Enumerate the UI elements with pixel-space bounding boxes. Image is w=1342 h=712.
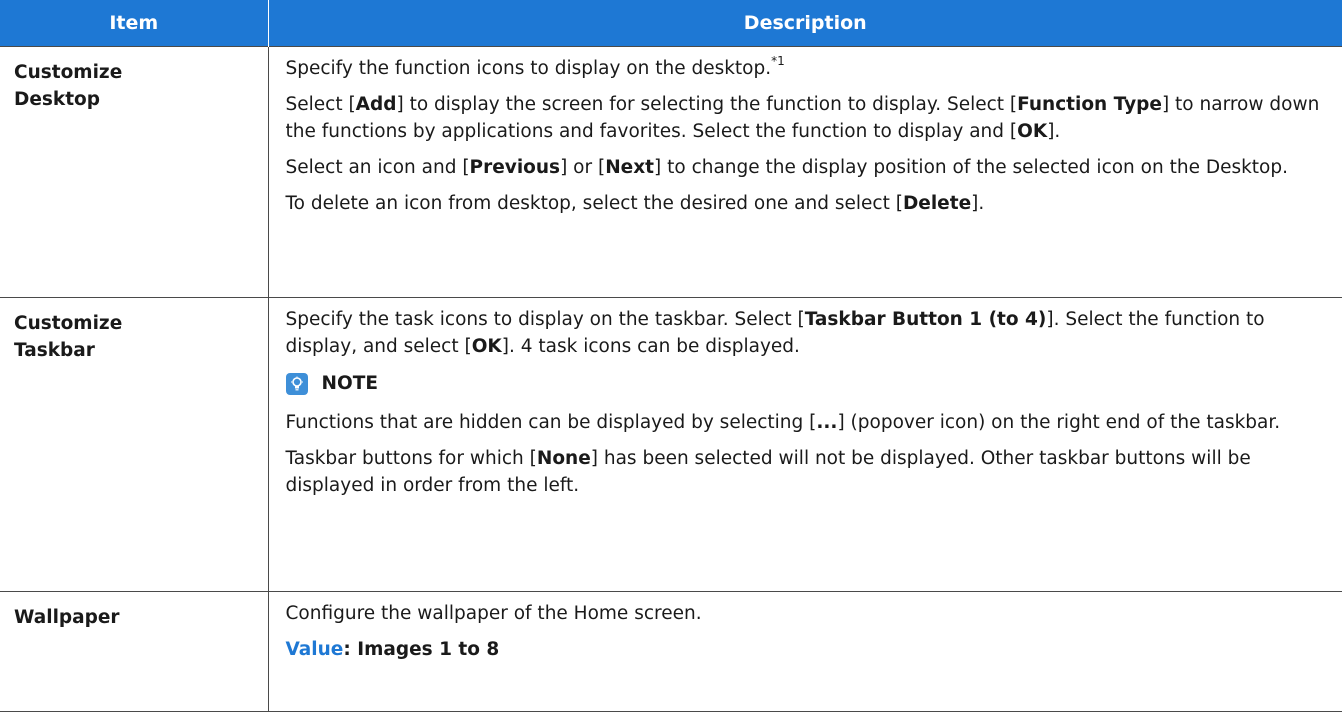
table-row: Wallpaper Configure the wallpaper of the… [0,591,1342,712]
description-paragraph: Specify the function icons to display on… [285,53,785,79]
note-label: NOTE [321,373,378,394]
table-row: Customize Desktop Specify the function ic… [0,46,1342,298]
note-paragraph: Taskbar buttons for which [None] has bee… [285,448,1251,496]
description-paragraph: To delete an icon from desktop, select t… [285,193,985,214]
table-header-row: Item Description [0,0,1342,47]
column-header-item: Item [0,0,269,47]
lightbulb-note-icon [285,372,308,395]
value-line: Value: Images 1 to 8 [286,636,1323,663]
footnote-marker: *1 [771,53,785,68]
item-customize-taskbar: Customize Taskbar [0,297,269,592]
value-label: Value [285,639,344,660]
column-header-description: Description [268,0,1342,47]
description-customize-taskbar: Specify the task icons to display on the… [267,297,1342,592]
description-paragraph: Select [Add] to display the screen for s… [285,94,1320,142]
description-customize-desktop: Specify the function icons to display on… [267,46,1342,298]
description-wallpaper: Configure the wallpaper of the Home scre… [267,591,1342,712]
settings-table: Item Description Customize Desktop Specif… [0,0,1342,712]
description-paragraph: Specify the task icons to display on the… [285,309,1265,357]
value-text: : Images 1 to 8 [343,639,500,660]
item-wallpaper: Wallpaper [0,591,269,712]
table-row: Customize Taskbar Specify the task icons … [0,297,1342,592]
item-customize-desktop: Customize Desktop [0,46,269,298]
note-paragraph: Functions that are hidden can be display… [285,412,1281,433]
description-paragraph: Configure the wallpaper of the Home scre… [285,603,702,624]
description-paragraph: Select an icon and [Previous] or [Next] … [285,157,1289,178]
note-heading: NOTE [285,370,1323,397]
